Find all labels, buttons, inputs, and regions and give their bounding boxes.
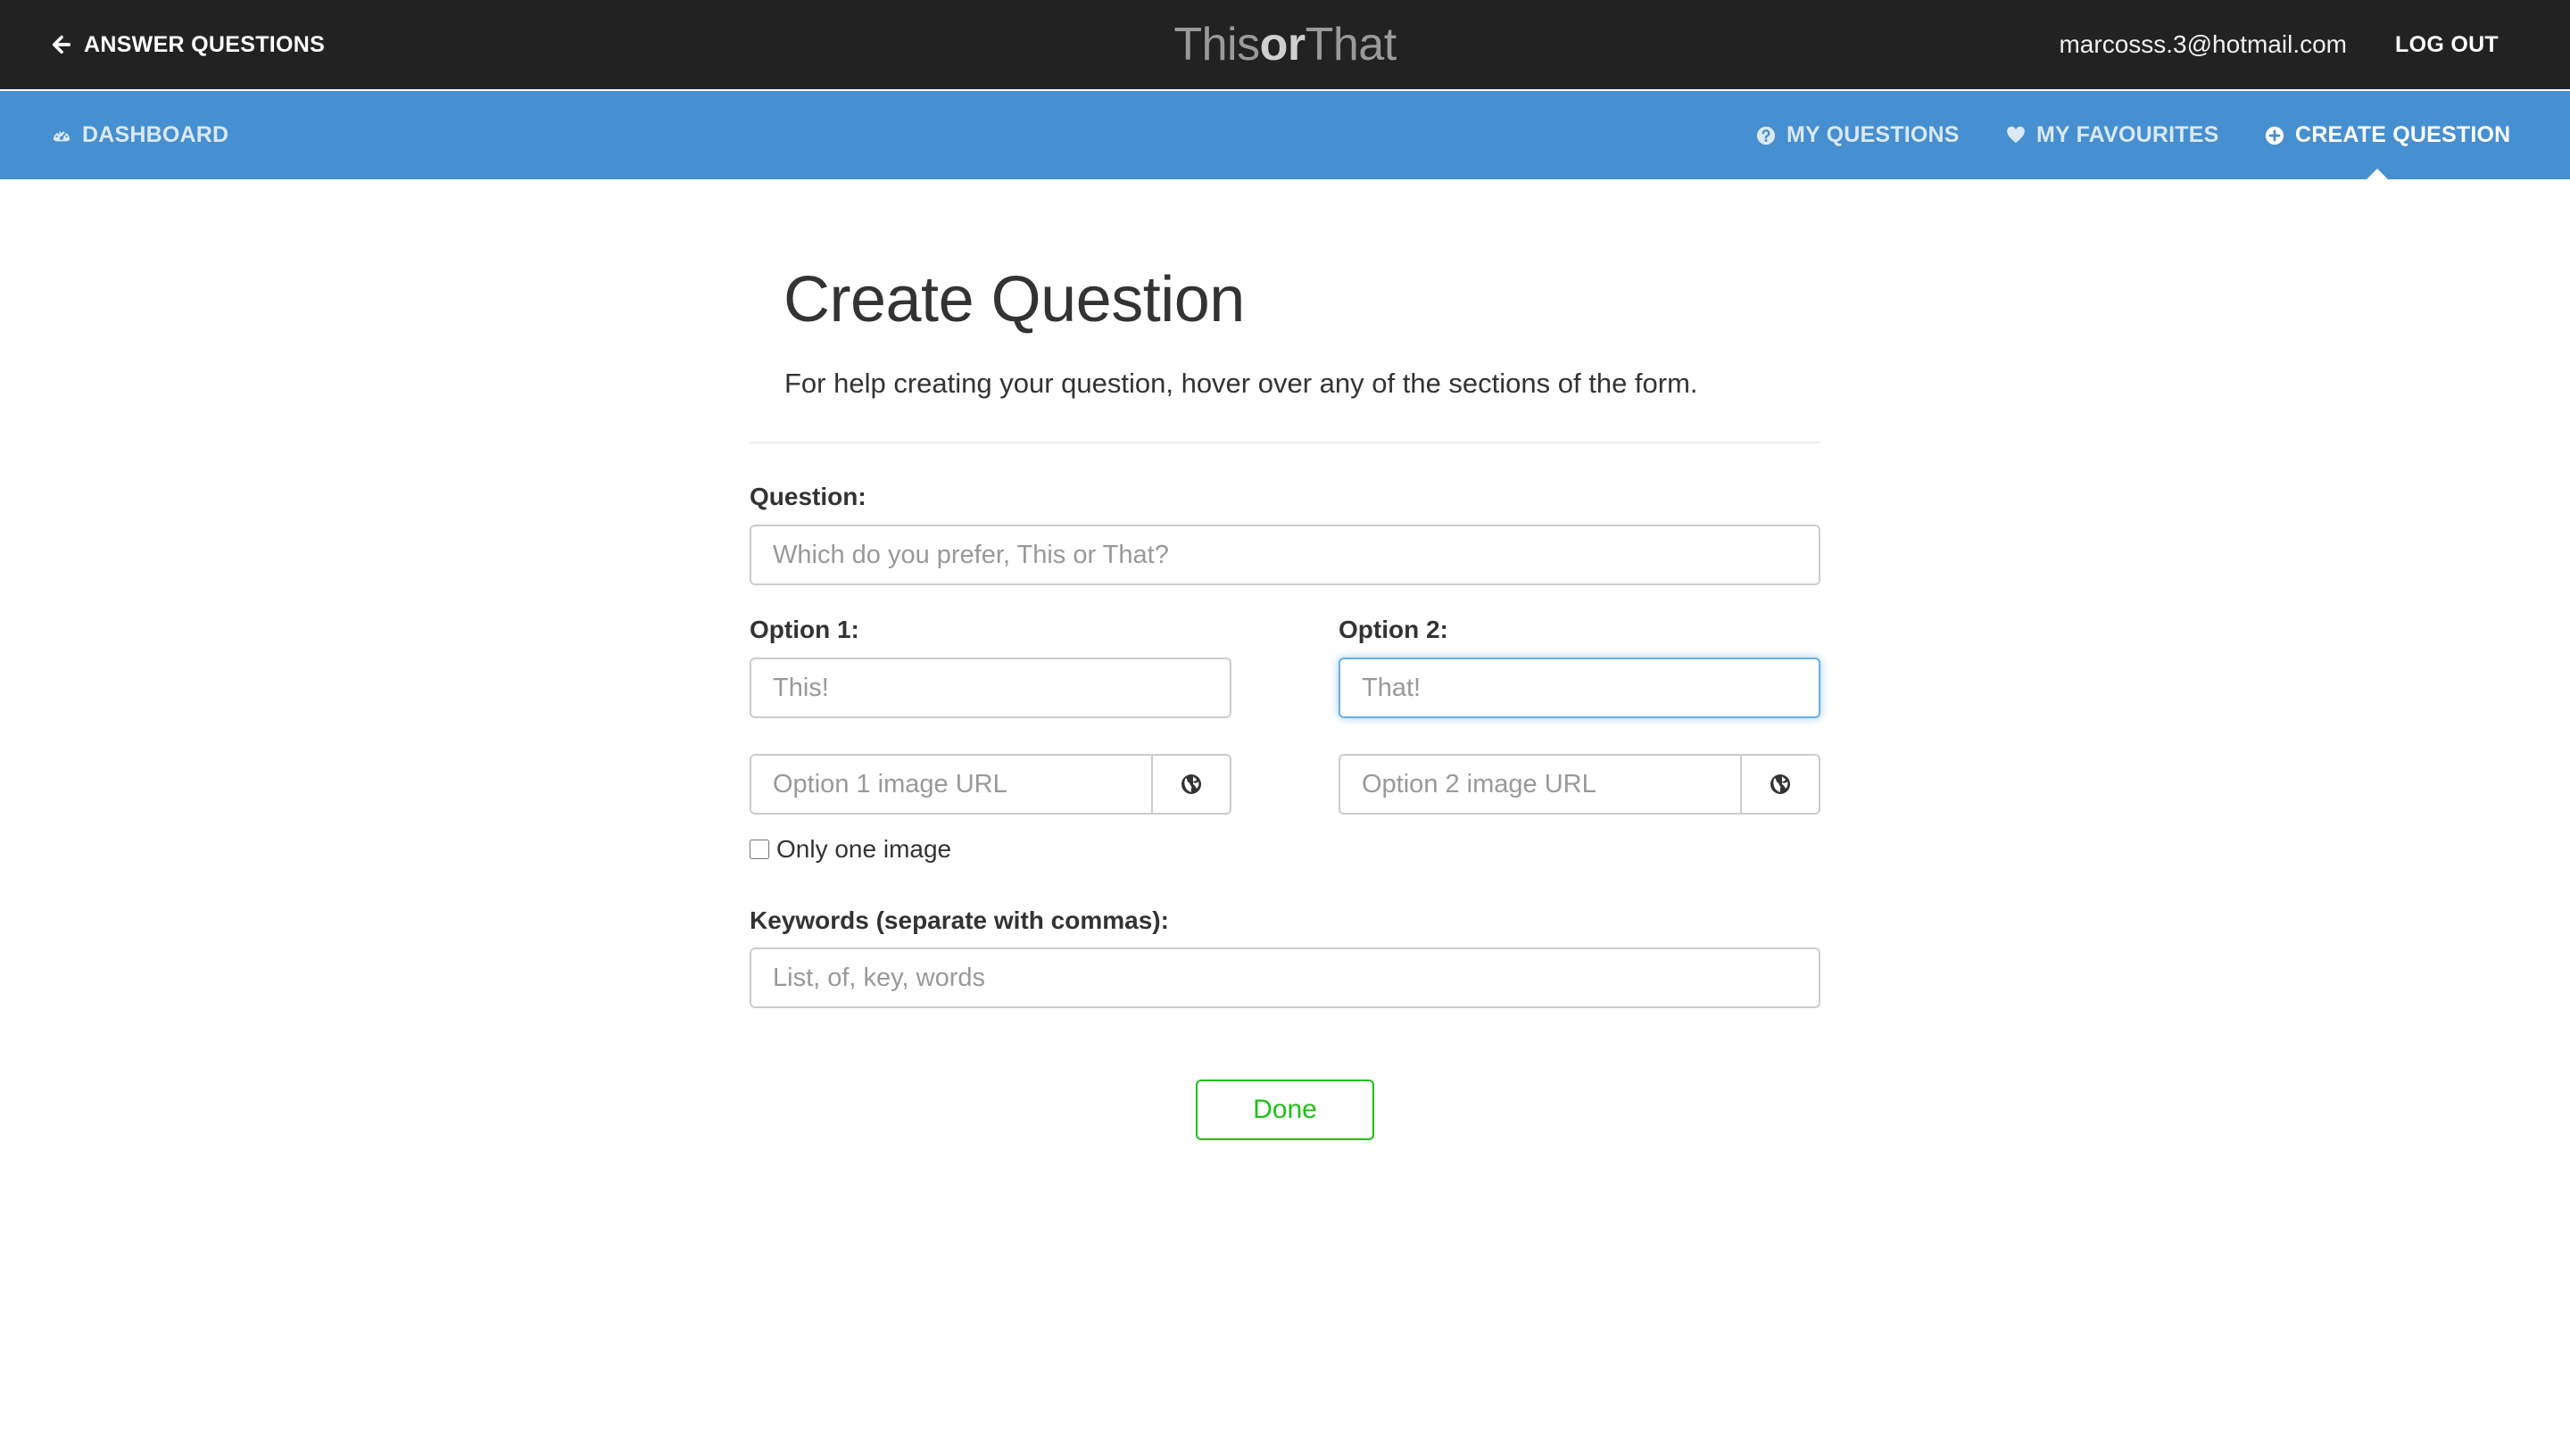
globe-icon	[1770, 774, 1790, 794]
brand-that: That	[1305, 19, 1397, 70]
question-circle-icon	[1756, 126, 1776, 145]
option2-input[interactable]	[1339, 658, 1820, 718]
done-button[interactable]: Done	[1196, 1080, 1374, 1140]
nav-my-questions-label: MY QUESTIONS	[1787, 122, 1960, 147]
option1-image-group	[750, 754, 1231, 815]
header-divider	[750, 442, 1820, 443]
option1-label: Option 1:	[750, 616, 859, 643]
nav-create-question-label: CREATE QUESTION	[2295, 122, 2511, 147]
globe-icon	[1181, 774, 1201, 794]
question-label: Question:	[750, 483, 866, 510]
nav-create-question[interactable]: CREATE QUESTION	[2265, 91, 2510, 179]
nav-my-favourites[interactable]: MY FAVOURITES	[2006, 91, 2218, 179]
keywords-label: Keywords (separate with commas):	[750, 906, 1169, 934]
only-one-image-option: Only one image	[750, 835, 951, 864]
heart-icon	[2007, 126, 2025, 143]
page-title: Create Question	[783, 264, 1245, 335]
option2-image-preview-button[interactable]	[1742, 754, 1820, 815]
nav-my-favourites-label: MY FAVOURITES	[2036, 122, 2219, 147]
top-bar: ANSWER QUESTIONS This or That marcosss.3@h…	[0, 0, 2570, 89]
user-email: marcosss.3@hotmail.com	[2059, 30, 2347, 58]
option2-image-url-input[interactable]	[1339, 754, 1742, 815]
logout-button[interactable]: LOG OUT	[2395, 0, 2499, 89]
only-one-image-label: Only one image	[776, 835, 952, 863]
nav-my-questions[interactable]: MY QUESTIONS	[1756, 91, 1960, 179]
question-input[interactable]	[750, 525, 1820, 585]
active-nav-indicator	[2367, 169, 2388, 179]
answer-questions-label: ANSWER QUESTIONS	[84, 31, 326, 57]
brand-this: This	[1173, 19, 1260, 70]
option2-image-group	[1339, 754, 1820, 815]
brand-or: or	[1259, 19, 1306, 70]
only-one-image-checkbox[interactable]	[750, 840, 769, 859]
main-nav: DASHBOARD MY QUESTIONS MY FAVOURITES CRE…	[0, 91, 2570, 179]
option2-label: Option 2:	[1339, 616, 1448, 643]
option1-image-url-input[interactable]	[750, 754, 1153, 815]
keywords-input[interactable]	[750, 947, 1820, 1008]
option1-input[interactable]	[750, 658, 1231, 718]
nav-dashboard[interactable]: DASHBOARD	[52, 91, 228, 179]
dashboard-gauge-icon	[53, 130, 70, 141]
option1-image-preview-button[interactable]	[1153, 754, 1231, 815]
answer-questions-link[interactable]: ANSWER QUESTIONS	[52, 0, 325, 89]
page-subtitle: For help creating your question, hover o…	[784, 368, 1698, 399]
arrow-left-icon	[52, 35, 71, 54]
plus-circle-icon	[2265, 126, 2284, 145]
nav-dashboard-label: DASHBOARD	[82, 122, 229, 147]
